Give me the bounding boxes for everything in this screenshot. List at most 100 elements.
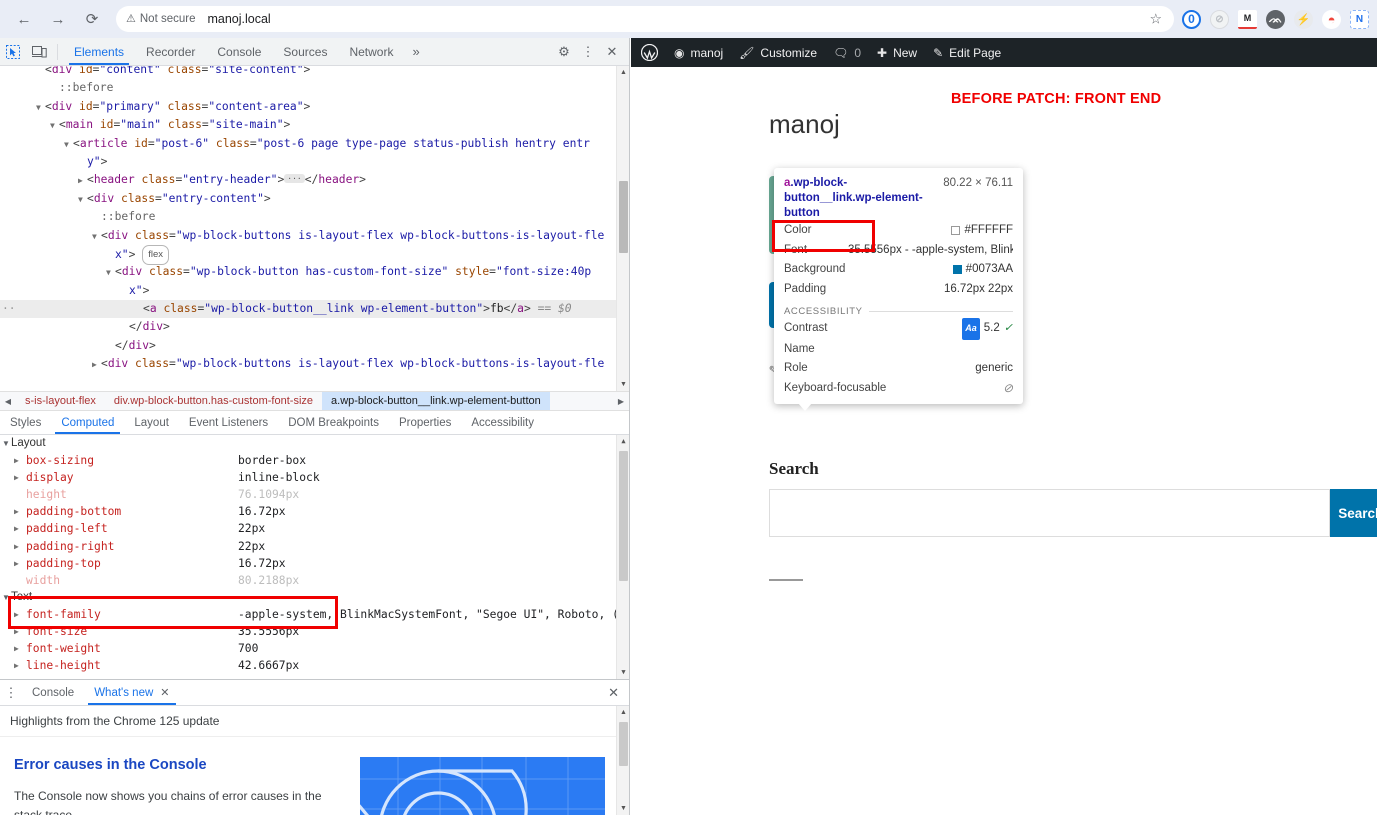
wp-logo-icon[interactable]: [631, 38, 666, 67]
expand-triangle-icon[interactable]: ▶: [14, 606, 26, 623]
drawer-tab-close-icon[interactable]: ✕: [160, 686, 169, 699]
pane-tab-event-listeners[interactable]: Event Listeners: [179, 411, 278, 434]
whats-new-scroll-down-arrow[interactable]: ▼: [617, 802, 629, 815]
devtools-tabs-overflow-icon[interactable]: »: [404, 44, 427, 59]
expand-triangle-icon[interactable]: ▶: [14, 657, 26, 674]
reload-button[interactable]: ⟳: [78, 5, 106, 33]
expand-triangle-icon[interactable]: ▶: [14, 623, 26, 640]
expand-triangle-icon[interactable]: ▶: [14, 503, 26, 520]
drawer-tab-whats-new[interactable]: What's new ✕: [84, 680, 179, 705]
search-submit-button[interactable]: Search: [1330, 489, 1377, 537]
address-bar[interactable]: ⚠ Not secure manoj.local ☆: [116, 6, 1174, 32]
computed-group-header[interactable]: ▼Layout: [0, 435, 629, 452]
settings-gear-icon[interactable]: ⚙: [553, 41, 575, 63]
expand-triangle-icon[interactable]: ▶: [14, 640, 26, 657]
dom-node-line[interactable]: y">: [0, 153, 629, 171]
computed-prop-row[interactable]: ▶ font-family -apple-system, BlinkMacSyste…: [0, 606, 629, 623]
expand-triangle-icon[interactable]: ▶: [14, 555, 26, 572]
wp-adminbar-comments[interactable]: 🗨 0: [825, 38, 869, 67]
devtools-tab-recorder[interactable]: Recorder: [135, 38, 206, 65]
whats-new-scroll-up-arrow[interactable]: ▲: [617, 706, 629, 719]
dom-node-line[interactable]: ▶ <div class="wp-block-buttons is-layout-…: [0, 355, 629, 373]
computed-prop-row[interactable]: ▶ padding-top 16.72px: [0, 555, 629, 572]
expand-triangle-icon[interactable]: ▶: [14, 538, 26, 555]
whats-new-card-title[interactable]: Error causes in the Console: [14, 757, 344, 773]
drawer-close-icon[interactable]: ✕: [608, 685, 629, 701]
drawer-kebab-icon[interactable]: ⋮: [0, 685, 22, 701]
dom-node-line[interactable]: </div>: [0, 337, 629, 355]
computed-prop-row[interactable]: width 80.2188px: [0, 572, 629, 589]
computed-scrollbar[interactable]: ▲ ▼: [616, 435, 629, 679]
whats-new-scroll-thumb[interactable]: [619, 722, 628, 766]
computed-prop-row[interactable]: ▶ padding-left 22px: [0, 520, 629, 537]
collapse-triangle-icon[interactable]: ▼: [2, 435, 11, 452]
whats-new-card[interactable]: Error causes in the Console The Console …: [0, 737, 629, 815]
computed-scroll-thumb[interactable]: [619, 451, 628, 581]
extension-lightning-icon[interactable]: ⚡: [1294, 9, 1313, 29]
extension-wave-icon[interactable]: ᨏ: [1266, 9, 1285, 29]
computed-scroll-up-arrow[interactable]: ▲: [617, 435, 629, 448]
extension-n-icon[interactable]: N: [1350, 9, 1369, 29]
wp-adminbar-customize[interactable]: 🖌 Customize: [731, 38, 825, 67]
back-button[interactable]: ←: [10, 5, 38, 33]
wp-adminbar-site-name[interactable]: ◉ manoj: [666, 38, 731, 67]
search-input[interactable]: [769, 489, 1331, 537]
dom-node-line[interactable]: ▼ <article id="post-6" class="post-6 page…: [0, 135, 629, 153]
breadcrumb-item-1[interactable]: div.wp-block-button.has-custom-font-size: [105, 392, 322, 410]
dom-tree-scrollbar[interactable]: ▲ ▼: [616, 66, 629, 391]
dom-node-line[interactable]: ▼ <div class="entry-content">: [0, 190, 629, 208]
pane-tab-accessibility[interactable]: Accessibility: [461, 411, 544, 434]
expand-triangle-icon[interactable]: [14, 486, 26, 503]
expand-triangle-icon[interactable]: ▶: [14, 469, 26, 486]
devtools-tab-console[interactable]: Console: [206, 38, 272, 65]
dom-node-line[interactable]: ▶ <header class="entry-header"> ··· </heade…: [0, 171, 629, 189]
breadcrumb-scroll-left-icon[interactable]: ◀: [0, 397, 16, 406]
forward-button[interactable]: →: [44, 5, 72, 33]
dom-node-line[interactable]: <div id="content" class="site-content">: [0, 66, 629, 79]
breadcrumb-item-0[interactable]: s-is-layout-flex: [16, 392, 105, 410]
computed-scroll-down-arrow[interactable]: ▼: [617, 666, 629, 679]
extension-1password-icon[interactable]: 0: [1182, 9, 1201, 29]
expand-triangle-icon[interactable]: [14, 572, 26, 589]
expand-triangle-icon[interactable]: ▶: [92, 356, 101, 374]
expand-triangle-icon[interactable]: ▼: [92, 228, 101, 246]
pane-tab-layout[interactable]: Layout: [124, 411, 179, 434]
devtools-tab-network[interactable]: Network: [338, 38, 404, 65]
wp-adminbar-new[interactable]: ✚ New: [869, 38, 925, 67]
dom-node-line[interactable]: ▼ <div id="primary" class="content-area">: [0, 98, 629, 116]
extension-markdown-icon[interactable]: M: [1238, 9, 1257, 29]
dom-node-line[interactable]: ·· <a class="wp-block-button__link wp-ele…: [0, 300, 629, 319]
dom-tree-container[interactable]: <div id="content" class="site-content">:…: [0, 66, 629, 391]
dom-tree[interactable]: <div id="content" class="site-content">:…: [0, 66, 629, 374]
wp-adminbar-edit-page[interactable]: ✎ Edit Page: [925, 38, 1009, 67]
expand-triangle-icon[interactable]: ▼: [106, 264, 115, 282]
expand-triangle-icon[interactable]: ▶: [14, 520, 26, 537]
expand-triangle-icon[interactable]: ▼: [36, 99, 45, 117]
whats-new-scrollbar[interactable]: ▲ ▼: [616, 706, 629, 815]
scroll-up-arrow[interactable]: ▲: [617, 66, 629, 79]
computed-prop-row[interactable]: height 76.1094px: [0, 486, 629, 503]
computed-prop-row[interactable]: ▶ padding-right 22px: [0, 538, 629, 555]
breadcrumb-scroll-right-icon[interactable]: ▶: [613, 397, 629, 406]
computed-group-header[interactable]: ▼Text: [0, 589, 629, 606]
pane-tab-computed[interactable]: Computed: [51, 411, 124, 434]
dom-node-line[interactable]: ::before: [0, 79, 629, 97]
dom-node-line[interactable]: x"> flex: [0, 244, 629, 266]
scroll-down-arrow[interactable]: ▼: [617, 378, 629, 391]
extension-disabled-icon[interactable]: ⊘: [1210, 9, 1229, 29]
extension-record-icon[interactable]: ◓: [1322, 9, 1341, 29]
dom-scroll-thumb[interactable]: [619, 181, 628, 253]
expand-triangle-icon[interactable]: ▶: [78, 172, 87, 190]
computed-prop-row[interactable]: ▶ font-weight 700: [0, 640, 629, 657]
computed-styles-pane[interactable]: ▼Layout ▶ box-sizing border-box ▶ display inli…: [0, 435, 629, 679]
computed-prop-row[interactable]: ▶ display inline-block: [0, 469, 629, 486]
drawer-tab-console[interactable]: Console: [22, 680, 84, 705]
security-indicator[interactable]: ⚠ Not secure: [126, 13, 195, 25]
computed-prop-row[interactable]: ▶ font-size 35.5556px: [0, 623, 629, 640]
pane-tab-styles[interactable]: Styles: [0, 411, 51, 434]
devtools-kebab-icon[interactable]: ⋮: [577, 41, 599, 63]
computed-prop-row[interactable]: ▶ padding-bottom 16.72px: [0, 503, 629, 520]
computed-prop-row[interactable]: ▶ line-height 42.6667px: [0, 657, 629, 674]
devtools-tab-elements[interactable]: Elements: [63, 38, 135, 65]
inspect-element-icon[interactable]: [0, 40, 26, 64]
